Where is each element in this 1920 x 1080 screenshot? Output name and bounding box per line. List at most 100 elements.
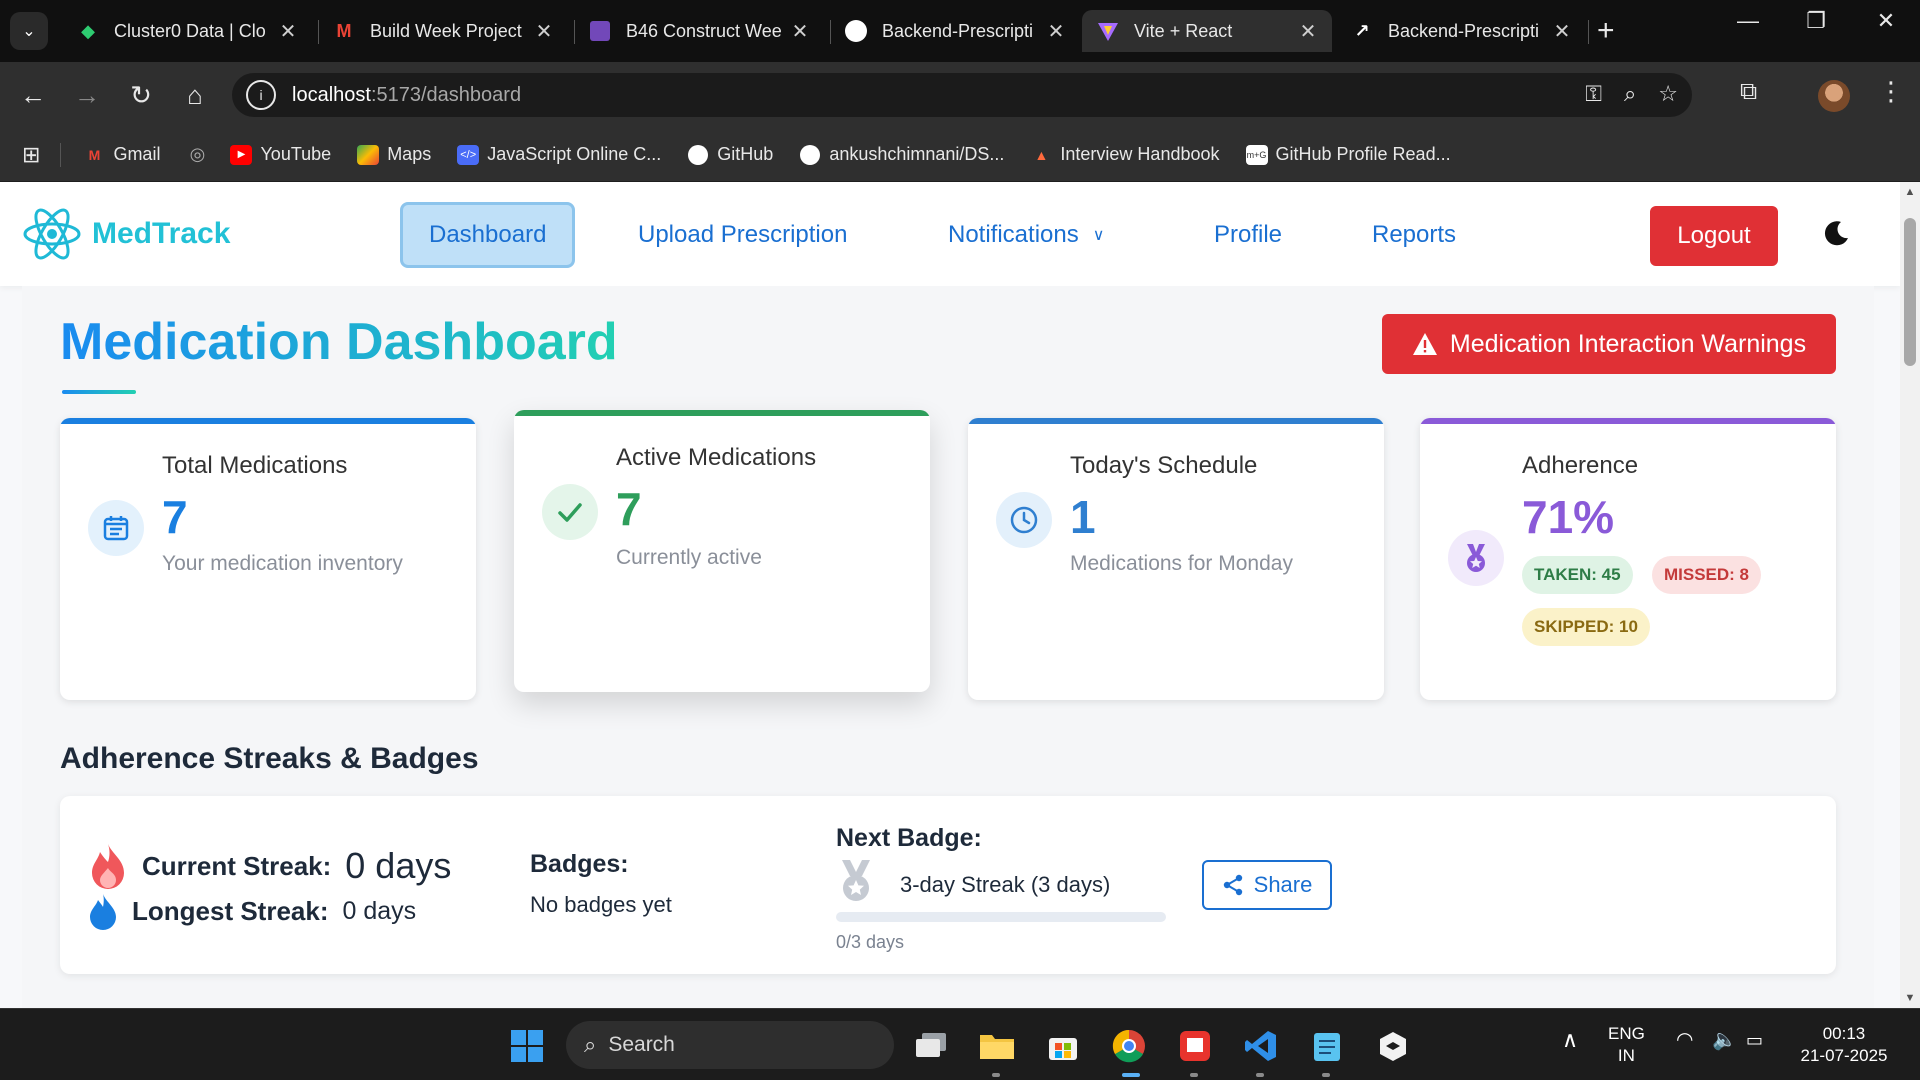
warnings-button-label: Medication Interaction Warnings <box>1449 329 1807 358</box>
brand-name: MedTrack <box>92 217 231 250</box>
bookmark-gmail[interactable]: M Gmail <box>83 144 161 165</box>
nav-notifications-label: Notifications <box>948 221 1079 248</box>
tab-search-button[interactable]: ⌄ <box>10 12 48 50</box>
volume-icon[interactable]: 🔈 <box>1712 1029 1737 1051</box>
nav-reports[interactable]: Reports <box>1346 202 1482 268</box>
browser-tab-active[interactable]: Vite + React ✕ <box>1082 10 1332 52</box>
clock-datetime[interactable]: 00:13 21-07-2025 <box>1794 1023 1894 1067</box>
scroll-down-icon[interactable]: ▼ <box>1904 992 1916 1004</box>
share-icon <box>1223 874 1242 896</box>
close-icon[interactable]: ✕ <box>278 19 298 44</box>
language-indicator[interactable]: ENG IN <box>1608 1023 1645 1067</box>
profile-avatar[interactable] <box>1818 80 1850 112</box>
zoom-icon[interactable]: ⌕ <box>1624 81 1636 107</box>
bookmark-globe[interactable]: ◎ <box>186 144 216 165</box>
windows-start-icon[interactable] <box>508 1027 546 1065</box>
task-view-icon[interactable] <box>912 1027 950 1065</box>
window-close-icon[interactable]: ✕ <box>1866 8 1906 34</box>
share-button[interactable]: Share <box>1202 860 1332 910</box>
chevron-down-icon: ∨ <box>1092 227 1105 244</box>
notepad-icon[interactable] <box>1308 1027 1346 1065</box>
bookmark-js-online[interactable]: </> JavaScript Online C... <box>457 144 661 165</box>
restore-icon[interactable]: ❐ <box>1796 8 1836 34</box>
badge-progress-text: 0/3 days <box>836 932 905 952</box>
stat-card-total: Total Medications 7 Your medication inve… <box>60 418 476 700</box>
password-key-icon[interactable]: ⚿ <box>1585 81 1602 107</box>
browser-tab[interactable]: M Build Week Project ✕ <box>318 10 568 52</box>
badges-label: Badges: <box>530 850 629 878</box>
tray-chevron-up-icon[interactable]: ∧ <box>1562 1029 1578 1051</box>
bookmark-youtube[interactable]: ▶ YouTube <box>230 144 331 165</box>
bookmark-ankush[interactable]: ankushchimnani/DS... <box>799 144 1004 165</box>
site-info-icon[interactable]: i <box>246 80 276 110</box>
office-app-icon[interactable] <box>1176 1027 1214 1065</box>
forms-icon <box>588 19 612 43</box>
apps-grid-icon[interactable]: ⊞ <box>22 142 40 168</box>
close-icon[interactable]: ✕ <box>1552 19 1572 44</box>
wifi-icon[interactable]: ◠ <box>1676 1029 1693 1051</box>
tab-title: B46 Construct Wee <box>626 20 782 41</box>
minimize-icon[interactable]: — <box>1728 8 1768 34</box>
missed-badge: MISSED: 8 <box>1652 556 1762 594</box>
address-bar[interactable]: i localhost:5173/dashboard ⚿ ⌕ ☆ <box>232 73 1692 117</box>
scroll-up-icon[interactable]: ▲ <box>1904 186 1916 198</box>
back-arrow-icon[interactable]: ← <box>16 78 50 112</box>
reload-icon[interactable]: ↻ <box>124 78 158 112</box>
tab-title: Vite + React <box>1134 20 1233 41</box>
windows-taskbar: ⌕ Search ∧ ENG IN ◠ 🔈 ▭ 00:13 21-07-2025 <box>0 1008 1920 1080</box>
title-underline <box>62 390 136 394</box>
file-explorer-icon[interactable] <box>978 1027 1016 1065</box>
taskbar-search[interactable]: ⌕ Search <box>566 1021 894 1069</box>
url-text[interactable]: localhost:5173/dashboard <box>292 84 521 107</box>
nav-dashboard[interactable]: Dashboard <box>400 202 576 268</box>
bookmark-maps[interactable]: Maps <box>357 144 431 165</box>
next-badge-name: 3-day Streak (3 days) <box>900 872 1111 897</box>
microsoft-store-icon[interactable] <box>1044 1027 1082 1065</box>
close-icon[interactable]: ✕ <box>1298 19 1318 44</box>
battery-icon[interactable]: ▭ <box>1746 1029 1763 1051</box>
moon-icon[interactable] <box>1822 218 1852 248</box>
nav-notifications[interactable]: Notifications ∨ <box>922 202 1130 268</box>
badge-progress-bar <box>836 912 1166 922</box>
render-icon: ↗ <box>1354 20 1370 41</box>
scrollbar-thumb[interactable] <box>1904 218 1916 366</box>
taskbar-search-placeholder: Search <box>608 1033 675 1056</box>
home-icon[interactable]: ⌂ <box>178 78 212 112</box>
search-icon: ⌕ <box>584 1032 597 1057</box>
interaction-warnings-button[interactable]: Medication Interaction Warnings <box>1382 314 1836 374</box>
tab-title: Build Week Project <box>370 20 522 41</box>
browser-tab[interactable]: ◆ Cluster0 Data | Clo ✕ <box>62 10 312 52</box>
vscode-icon[interactable] <box>1242 1027 1280 1065</box>
bookmark-readme[interactable]: m+G GitHub Profile Read... <box>1245 144 1451 165</box>
brand-logo[interactable]: MedTrack <box>22 204 230 264</box>
stat-card-schedule: Today's Schedule 1 Medications for Monda… <box>968 418 1384 700</box>
card-value: 71% <box>1522 491 1615 543</box>
bookmark-interview[interactable]: ▲ Interview Handbook <box>1030 144 1219 165</box>
bookmark-star-icon[interactable]: ☆ <box>1658 81 1678 107</box>
bookmark-github[interactable]: GitHub <box>687 144 773 165</box>
new-tab-button[interactable]: + <box>1597 14 1615 48</box>
gmail-icon: M <box>336 20 352 41</box>
browser-tab[interactable]: Backend-Prescripti ✕ <box>830 10 1080 52</box>
bookmarks-bar: ⊞ M Gmail ◎ ▶ YouTube Maps </> JavaScript O… <box>0 128 1920 182</box>
tab-title: Cluster0 Data | Clo <box>114 20 266 41</box>
vite-icon <box>1096 19 1120 43</box>
card-value: 1 <box>1070 491 1096 543</box>
close-icon[interactable]: ✕ <box>1046 19 1066 44</box>
browser-tab[interactable]: ↗ Backend-Prescripti ✕ <box>1336 10 1586 52</box>
nav-profile[interactable]: Profile <box>1188 202 1308 268</box>
cube-app-icon[interactable] <box>1374 1027 1412 1065</box>
extensions-puzzle-icon[interactable]: ⧉ <box>1740 78 1757 106</box>
close-icon[interactable]: ✕ <box>534 19 554 44</box>
logout-button[interactable]: Logout <box>1650 206 1778 266</box>
dashboard-content: Medication Dashboard Medication Interact… <box>22 286 1874 1008</box>
skipped-badge: SKIPPED: 10 <box>1522 608 1650 646</box>
github-icon <box>844 19 868 43</box>
forward-arrow-icon[interactable]: → <box>70 78 104 112</box>
close-icon[interactable]: ✕ <box>790 19 810 44</box>
card-value: 7 <box>162 491 188 543</box>
browser-tab[interactable]: B46 Construct Wee ✕ <box>574 10 824 52</box>
nav-upload-prescription[interactable]: Upload Prescription <box>612 202 873 268</box>
browser-menu-icon[interactable]: ⋮ <box>1878 76 1904 107</box>
chrome-icon[interactable] <box>1110 1027 1148 1065</box>
